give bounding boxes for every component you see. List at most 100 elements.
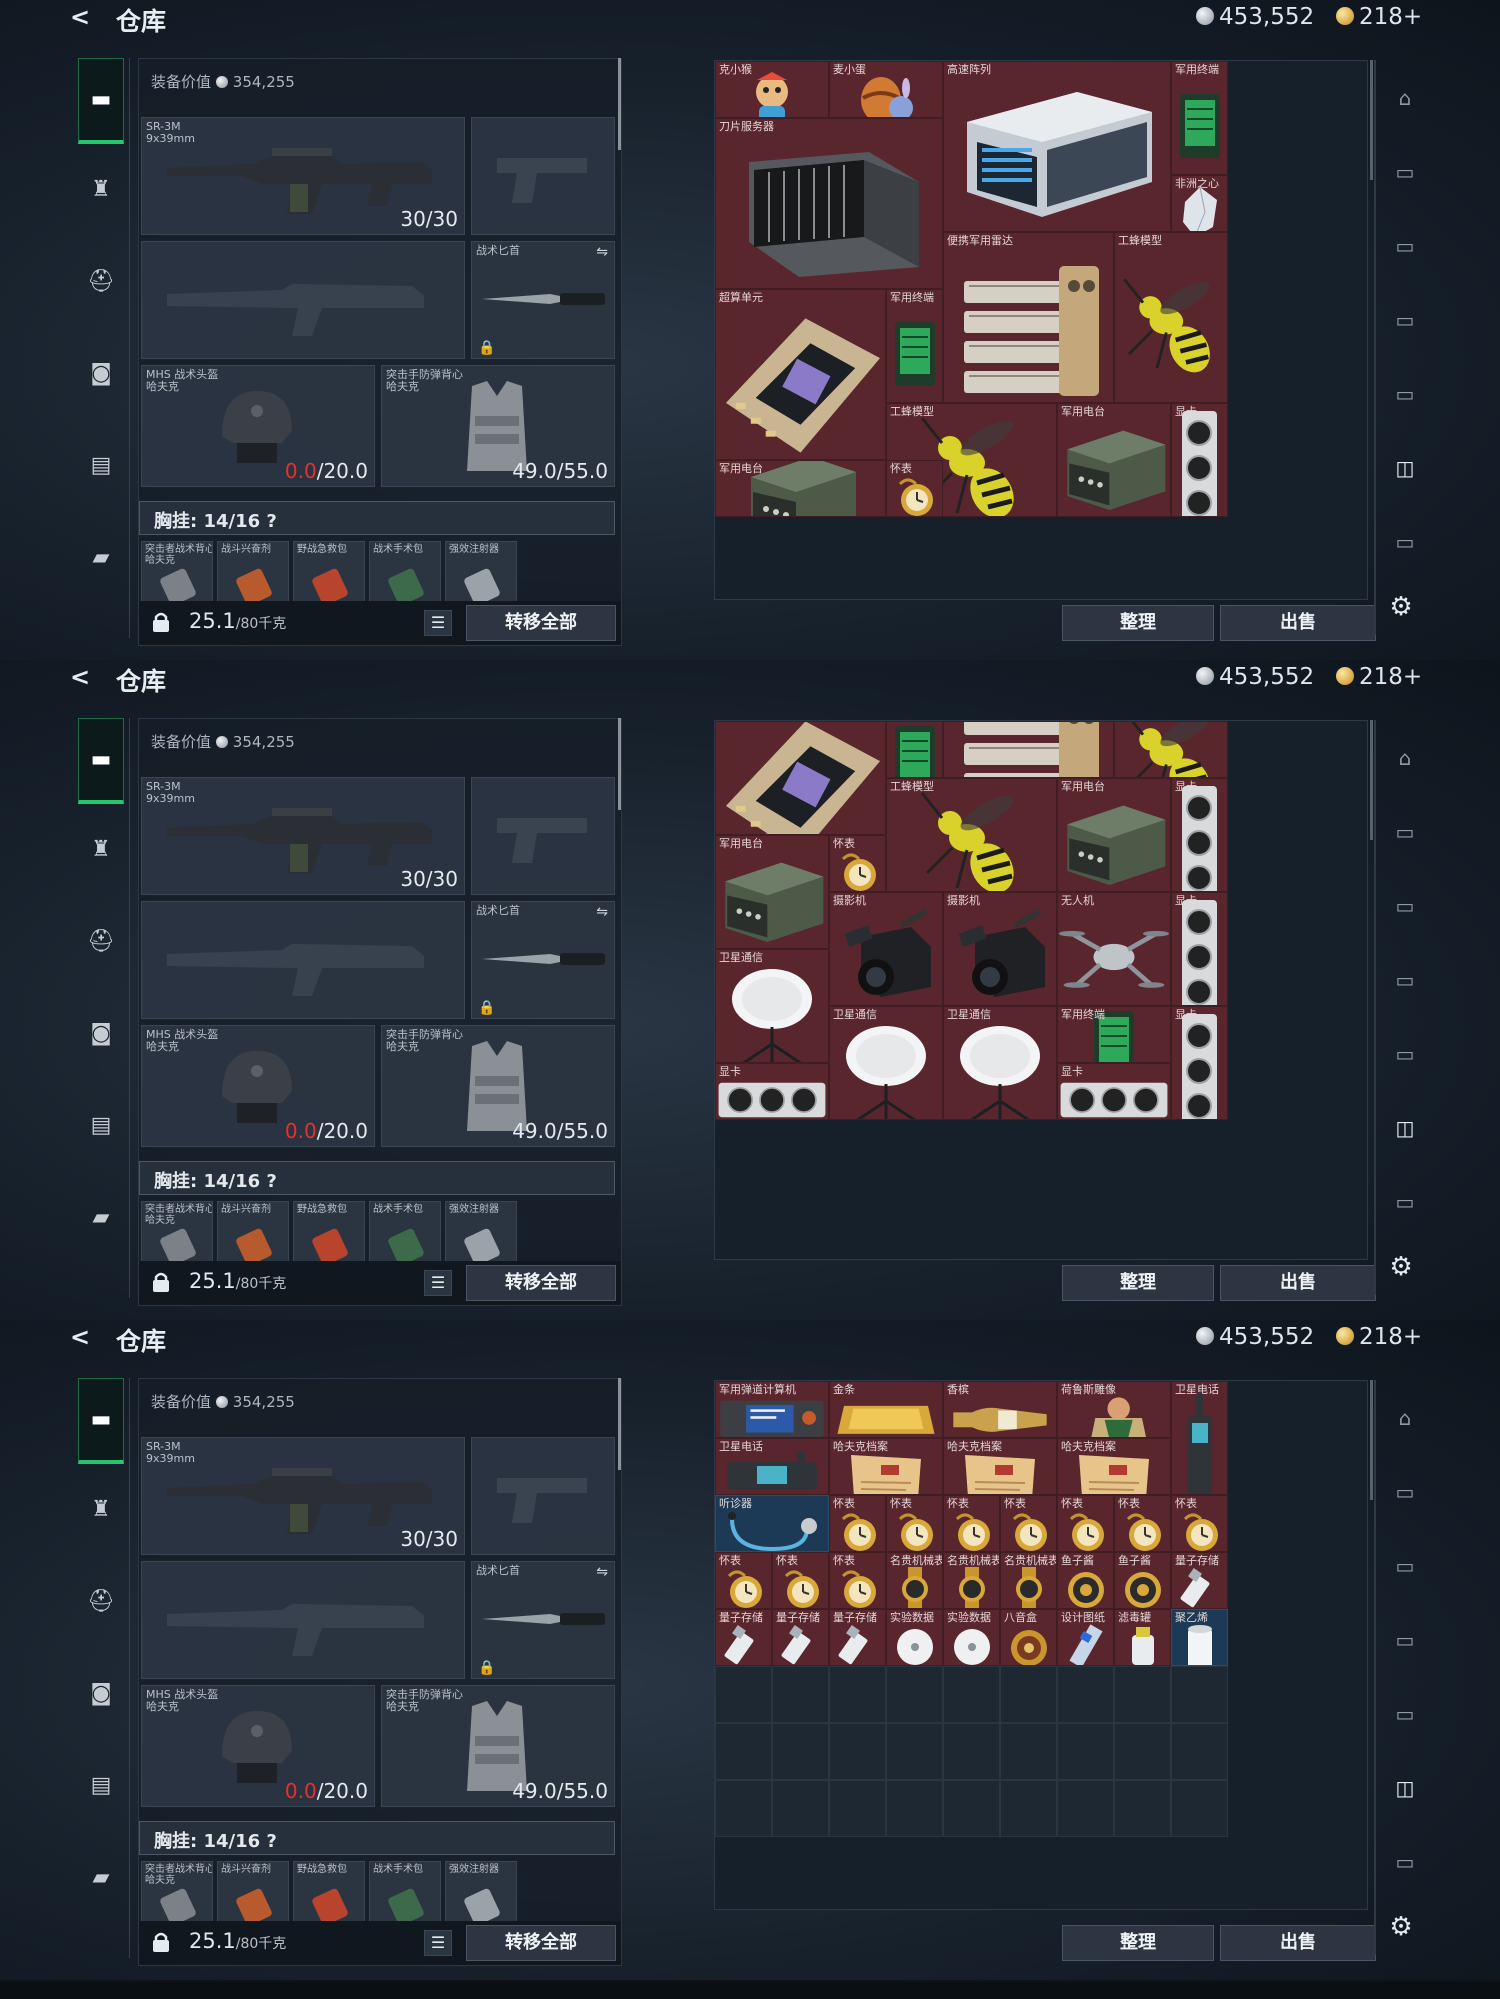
- armor-slot[interactable]: 突击手防弹背心 哈夫克 49.0/55.0: [381, 365, 615, 487]
- gold-currency[interactable]: 218+: [1336, 4, 1422, 30]
- weapon-tab-icon[interactable]: ▬: [78, 58, 124, 144]
- swap-icon[interactable]: ⇋: [596, 244, 608, 260]
- stash-item[interactable]: 怀表: [886, 460, 943, 517]
- stash-item[interactable]: 显卡: [1171, 1006, 1228, 1120]
- stash-item[interactable]: 怀表: [829, 1495, 886, 1552]
- backpack-tab-icon[interactable]: ◙: [78, 1670, 124, 1716]
- stash-item[interactable]: 怀表: [886, 1495, 943, 1552]
- knife-slot[interactable]: 战术匕首 ⇋ 🔒: [471, 901, 615, 1019]
- stash-scrollbar[interactable]: [1370, 1380, 1373, 1500]
- transfer-all-button[interactable]: 转移全部: [466, 1925, 616, 1961]
- stash-page-icon[interactable]: ▭: [1384, 1034, 1426, 1074]
- helmet-slot[interactable]: MHS 战术头盔 哈夫克 0.0/20.0: [141, 365, 375, 487]
- swap-icon[interactable]: ⇋: [596, 1564, 608, 1580]
- sort-button[interactable]: 整理: [1062, 605, 1214, 641]
- list-view-icon[interactable]: ☰: [424, 610, 452, 636]
- secondary-weapon-slot[interactable]: [141, 241, 465, 359]
- stash-item[interactable]: 非洲之心: [1171, 175, 1228, 232]
- stash-item[interactable]: 怀表: [1171, 1495, 1228, 1552]
- stash-item[interactable]: 卫星电话: [1171, 1381, 1228, 1495]
- secondary-weapon-slot[interactable]: [141, 901, 465, 1019]
- stash-item[interactable]: 量子存储: [1171, 1552, 1228, 1609]
- case-tab-icon[interactable]: ▰: [78, 534, 124, 580]
- knife-slot[interactable]: 战术匕首 ⇋ 🔒: [471, 241, 615, 359]
- stash-item[interactable]: [886, 721, 943, 778]
- stash-page-icon[interactable]: ▭: [1384, 886, 1426, 926]
- chest-rig-bar[interactable]: 胸挂: 14/16 ?: [139, 1821, 615, 1855]
- helmet-tab-icon[interactable]: ⛑: [78, 258, 124, 304]
- stash-item[interactable]: 军用电台: [1057, 403, 1171, 517]
- stash-item[interactable]: 听诊器: [715, 1495, 829, 1552]
- stash-scrollbar[interactable]: [1370, 720, 1373, 840]
- stash-item[interactable]: 香槟: [943, 1381, 1057, 1438]
- stash-item[interactable]: 怀表: [829, 1552, 886, 1609]
- loadout-scrollbar[interactable]: [618, 1378, 621, 1470]
- mini-item-slot[interactable]: 野战急救包: [293, 1201, 365, 1263]
- mini-item-slot[interactable]: 野战急救包: [293, 541, 365, 603]
- stash-item[interactable]: 鱼子酱: [1057, 1552, 1114, 1609]
- stash-item[interactable]: 怀表: [1057, 1495, 1114, 1552]
- swap-icon[interactable]: ⇋: [596, 904, 608, 920]
- stash-page-icon[interactable]: ▭: [1384, 812, 1426, 852]
- stash-page-icon[interactable]: ▭: [1384, 1694, 1426, 1734]
- stash-item[interactable]: 名贵机械表: [886, 1552, 943, 1609]
- stash-item[interactable]: 显卡: [1171, 892, 1228, 1006]
- stash-item[interactable]: 聚乙烯: [1171, 1609, 1228, 1666]
- stash-item[interactable]: 军用终端: [886, 289, 943, 403]
- stash-item[interactable]: 设计图纸: [1057, 1609, 1114, 1666]
- stash-item[interactable]: 名贵机械表: [943, 1552, 1000, 1609]
- stash-item[interactable]: 显卡: [1057, 1063, 1171, 1120]
- arch-icon[interactable]: ⌂: [1384, 738, 1426, 778]
- back-button[interactable]: <: [70, 1324, 100, 1350]
- stash-item[interactable]: 超算单元: [715, 289, 886, 460]
- stash-item[interactable]: 摄影机: [943, 892, 1057, 1006]
- primary-weapon-slot[interactable]: SR-3M 9x39mm 30/30: [141, 117, 465, 235]
- mini-item-slot[interactable]: 战斗兴奋剂: [217, 1201, 289, 1263]
- knife-slot[interactable]: 战术匕首 ⇋ 🔒: [471, 1561, 615, 1679]
- sidearm-slot[interactable]: [471, 1437, 615, 1555]
- mini-item-slot[interactable]: 强效注射器: [445, 1201, 517, 1263]
- primary-weapon-slot[interactable]: SR-3M 9x39mm 30/30: [141, 777, 465, 895]
- sell-button[interactable]: 出售: [1220, 605, 1376, 641]
- mini-item-slot[interactable]: 战斗兴奋剂: [217, 1861, 289, 1923]
- stash-page-icon[interactable]: ▭: [1384, 1620, 1426, 1660]
- stash-item[interactable]: 便携军用雷达: [943, 232, 1114, 403]
- transfer-all-button[interactable]: 转移全部: [466, 605, 616, 641]
- stash-item[interactable]: 卫星通信: [943, 1006, 1057, 1120]
- stash-item[interactable]: [1114, 721, 1228, 778]
- stash-page-icon[interactable]: ▭: [1384, 522, 1426, 562]
- sidearm-slot[interactable]: [471, 117, 615, 235]
- notes-tab-icon[interactable]: ▤: [78, 442, 124, 488]
- secondary-weapon-slot[interactable]: [141, 1561, 465, 1679]
- mini-item-slot[interactable]: 战术手术包: [369, 1861, 441, 1923]
- case-tab-icon[interactable]: ▰: [78, 1194, 124, 1240]
- notes-tab-icon[interactable]: ▤: [78, 1762, 124, 1808]
- list-view-icon[interactable]: ☰: [424, 1270, 452, 1296]
- padlock-icon[interactable]: [151, 1271, 171, 1293]
- arch-icon[interactable]: ⌂: [1384, 1398, 1426, 1438]
- backpack-tab-icon[interactable]: ◙: [78, 350, 124, 396]
- stash-item[interactable]: [943, 721, 1114, 778]
- stash-item[interactable]: 怀表: [772, 1552, 829, 1609]
- mini-item-slot[interactable]: 突击者战术背心 哈夫克: [141, 541, 213, 603]
- stash-item[interactable]: 名贵机械表: [1000, 1552, 1057, 1609]
- stash-page-icon[interactable]: ▭: [1384, 374, 1426, 414]
- sort-button[interactable]: 整理: [1062, 1925, 1214, 1961]
- camera-tab-icon[interactable]: ◫: [1384, 448, 1426, 488]
- stash-item[interactable]: 八音盒: [1000, 1609, 1057, 1666]
- armor-slot[interactable]: 突击手防弹背心 哈夫克 49.0/55.0: [381, 1685, 615, 1807]
- mini-item-slot[interactable]: 野战急救包: [293, 1861, 365, 1923]
- gold-currency[interactable]: 218+: [1336, 664, 1422, 690]
- stash-item[interactable]: 量子存储: [829, 1609, 886, 1666]
- helmet-tab-icon[interactable]: ⛑: [78, 1578, 124, 1624]
- stash-item[interactable]: 摄影机: [829, 892, 943, 1006]
- padlock-icon[interactable]: [151, 1931, 171, 1953]
- mini-item-slot[interactable]: 战术手术包: [369, 1201, 441, 1263]
- back-button[interactable]: <: [70, 664, 100, 690]
- stash-item[interactable]: 滤毒罐: [1114, 1609, 1171, 1666]
- mini-item-slot[interactable]: 战术手术包: [369, 541, 441, 603]
- weapon-tab-icon[interactable]: ▬: [78, 1378, 124, 1464]
- stash-page-icon[interactable]: ▭: [1384, 152, 1426, 192]
- backpack-tab-icon[interactable]: ◙: [78, 1010, 124, 1056]
- sell-button[interactable]: 出售: [1220, 1265, 1376, 1301]
